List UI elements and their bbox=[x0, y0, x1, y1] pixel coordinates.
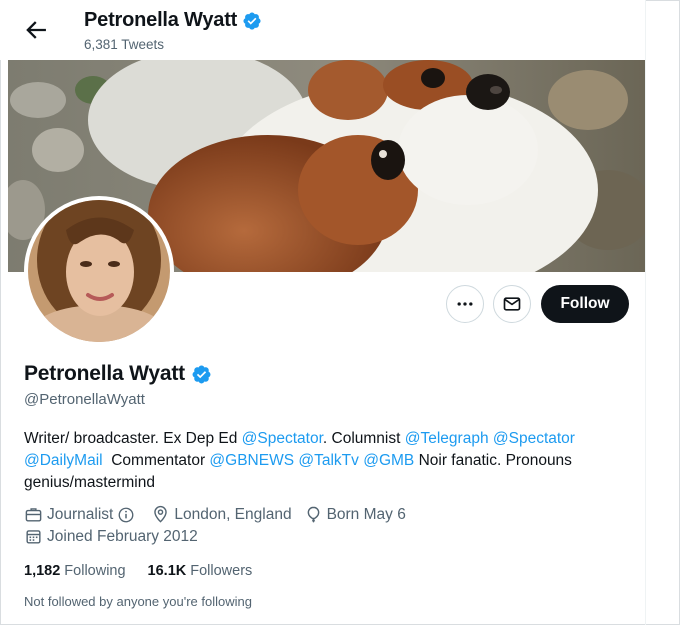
mention-link[interactable]: @DailyMail bbox=[24, 452, 103, 469]
mention-link[interactable]: @GBNEWS bbox=[209, 452, 294, 469]
header-name-text: Petronella Wyatt bbox=[84, 9, 238, 31]
avatar[interactable] bbox=[24, 196, 174, 346]
bio-text: Writer/ broadcaster. Ex Dep Ed bbox=[24, 430, 242, 447]
mention-link[interactable]: @TalkTv bbox=[298, 452, 359, 469]
header-name: Petronella Wyatt bbox=[84, 9, 262, 32]
avatar-image bbox=[28, 200, 170, 342]
verified-badge-icon bbox=[243, 11, 261, 30]
verified-badge-icon[interactable] bbox=[191, 364, 212, 385]
not-followed-note: Not followed by anyone you're following bbox=[24, 594, 252, 609]
category-label: Journalist bbox=[47, 505, 114, 523]
message-button[interactable] bbox=[493, 285, 531, 323]
column-divider bbox=[645, 0, 646, 625]
mention-link[interactable]: @GMB bbox=[363, 452, 414, 469]
following-count: 1,182 bbox=[24, 563, 61, 579]
tweet-count: 6,381 Tweets bbox=[84, 37, 165, 52]
profile-handle: @PetronellaWyatt bbox=[24, 391, 145, 408]
birthday-item: Born May 6 bbox=[304, 505, 406, 524]
calendar-icon bbox=[26, 530, 41, 544]
follow-stats: 1,182 Following 16.1K Followers bbox=[24, 563, 274, 579]
back-button[interactable] bbox=[22, 16, 50, 44]
mention-link[interactable]: @Telegraph bbox=[405, 430, 489, 447]
more-icon bbox=[457, 302, 473, 306]
briefcase-icon bbox=[25, 508, 42, 522]
joined-item: Joined February 2012 bbox=[24, 527, 198, 546]
location-label: London, England bbox=[174, 505, 292, 523]
back-arrow-icon bbox=[26, 21, 46, 39]
mention-link[interactable]: @Spectator bbox=[242, 430, 323, 447]
joined-label: Joined February 2012 bbox=[47, 527, 198, 545]
more-button[interactable] bbox=[446, 285, 484, 323]
location-item: London, England bbox=[151, 505, 292, 524]
bio-text: Commentator bbox=[102, 452, 210, 469]
profile-bio: Writer/ broadcaster. Ex Dep Ed @Spectato… bbox=[24, 428, 624, 494]
balloon-icon bbox=[307, 506, 319, 523]
profile-header: Petronella Wyatt 6,381 Tweets bbox=[0, 0, 645, 60]
message-icon bbox=[503, 297, 521, 311]
profile-meta-row: Joined February 2012 bbox=[24, 527, 210, 546]
location-icon bbox=[154, 505, 168, 523]
mention-link[interactable]: @Spectator bbox=[493, 430, 575, 447]
birthday-label: Born May 6 bbox=[326, 505, 406, 523]
following-link[interactable]: 1,182 Following bbox=[24, 563, 126, 579]
profile-meta-row: Journalist London, England Born May 6 bbox=[24, 505, 418, 524]
bio-text: . Columnist bbox=[322, 430, 405, 447]
followers-count: 16.1K bbox=[147, 563, 187, 579]
category-item: Journalist bbox=[24, 505, 139, 524]
followers-label: Followers bbox=[190, 563, 253, 579]
followers-link[interactable]: 16.1K Followers bbox=[148, 563, 253, 579]
profile-name-text: Petronella Wyatt bbox=[24, 362, 185, 385]
profile-name: Petronella Wyatt bbox=[24, 362, 212, 386]
following-label: Following bbox=[64, 563, 126, 579]
info-icon[interactable] bbox=[117, 506, 135, 524]
follow-button[interactable]: Follow bbox=[541, 285, 629, 323]
